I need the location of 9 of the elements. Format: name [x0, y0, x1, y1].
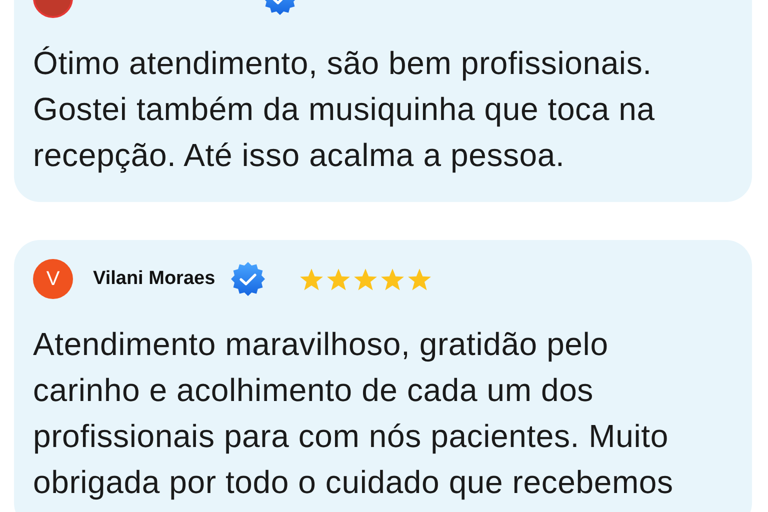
star-icon	[353, 266, 378, 292]
star-icon	[299, 266, 324, 292]
reviewer-name: Vilani Moraes	[93, 268, 216, 290]
star-icon	[380, 266, 406, 292]
review-text: Atendimento maravilhoso, gratidão pelo carinho e acolhimento de cada um dos profissionais para com nós pacientes. Muito obrigada por todo o cuidado que recebemos	[33, 325, 674, 502]
star-icon	[326, 266, 352, 292]
star-icon	[407, 266, 432, 292]
avatar-initial: V	[33, 259, 73, 299]
review-text: Ótimo atendimento, são bem profissionais. Gostei também da musiquinha que toca na recepção. Até isso acalma a pessoa.	[33, 44, 656, 175]
